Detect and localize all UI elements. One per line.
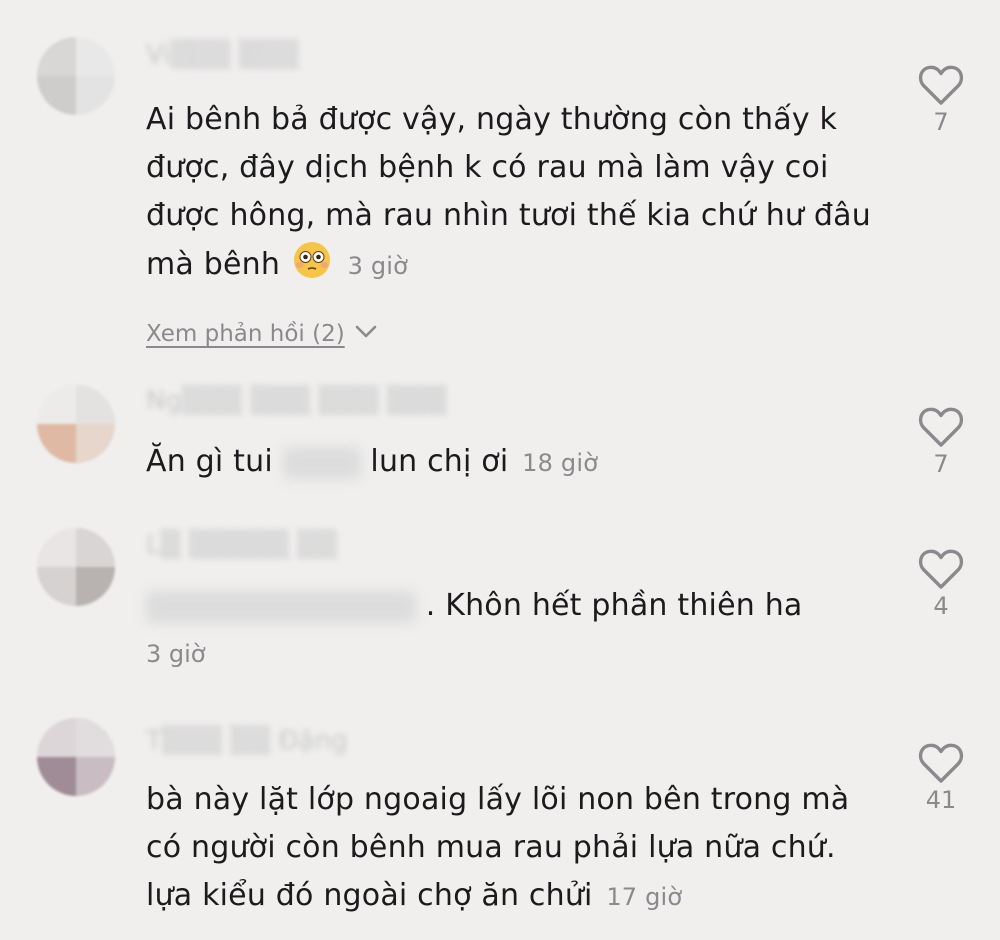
comment-time: 17 giờ (606, 883, 683, 911)
like-button[interactable]: 7 (911, 64, 971, 136)
chevron-down-icon (353, 318, 379, 350)
comment-body: bà này lặt lớp ngoaig lấy lõi non bên tr… (146, 782, 850, 913)
like-count: 7 (933, 108, 949, 136)
like-count: 4 (933, 592, 949, 620)
like-count: 41 (925, 786, 957, 814)
like-button[interactable]: 41 (911, 742, 971, 814)
view-replies-label: Xem phản hồi (2) (146, 321, 345, 347)
username[interactable]: T▒▒▒ ▒▒ Đặng (146, 726, 347, 756)
comment-body: . Khôn hết phần thiên ha (425, 588, 803, 623)
like-button[interactable]: 4 (911, 548, 971, 620)
comment-body: Ai bênh bả được vậy, ngày thường còn thấ… (146, 102, 871, 282)
username[interactable]: L▒ ▒▒▒▒▒ ▒▒ (146, 530, 337, 560)
avatar[interactable] (37, 528, 115, 606)
heart-outline-icon (911, 406, 971, 448)
like-count: 7 (933, 450, 949, 478)
comment-text: bà này lặt lớp ngoaig lấy lõi non bên tr… (146, 776, 881, 921)
heart-outline-icon (911, 64, 971, 106)
comment-text: Ăn gì tui lun chị ơi 18 giờ (146, 438, 886, 487)
comment-body-start: Ăn gì tui (146, 444, 273, 479)
comment-text: . Khôn hết phần thiên ha (146, 582, 886, 630)
username[interactable]: Ng▒▒▒ ▒▒▒ ▒▒▒ ▒▒▒ (146, 386, 447, 416)
heart-outline-icon (911, 742, 971, 784)
username[interactable]: Vi▒▒▒ ▒▒▒ (146, 40, 299, 70)
redacted-text (146, 590, 416, 623)
comment-text: Ai bênh bả được vậy, ngày thường còn thấ… (146, 96, 876, 290)
view-replies-button[interactable]: Xem phản hồi (2) (146, 318, 379, 350)
comment-time: 3 giờ (146, 640, 206, 668)
avatar[interactable] (37, 385, 115, 463)
avatar[interactable] (37, 718, 115, 796)
like-button[interactable]: 7 (911, 406, 971, 478)
flushed-face-emoji (292, 240, 332, 280)
comment-body-end: lun chị ơi (370, 444, 509, 479)
heart-outline-icon (911, 548, 971, 590)
avatar[interactable] (37, 37, 115, 115)
redacted-text (282, 446, 361, 479)
comment-time: 3 giờ (347, 252, 409, 280)
comment-time: 18 giờ (522, 449, 599, 477)
